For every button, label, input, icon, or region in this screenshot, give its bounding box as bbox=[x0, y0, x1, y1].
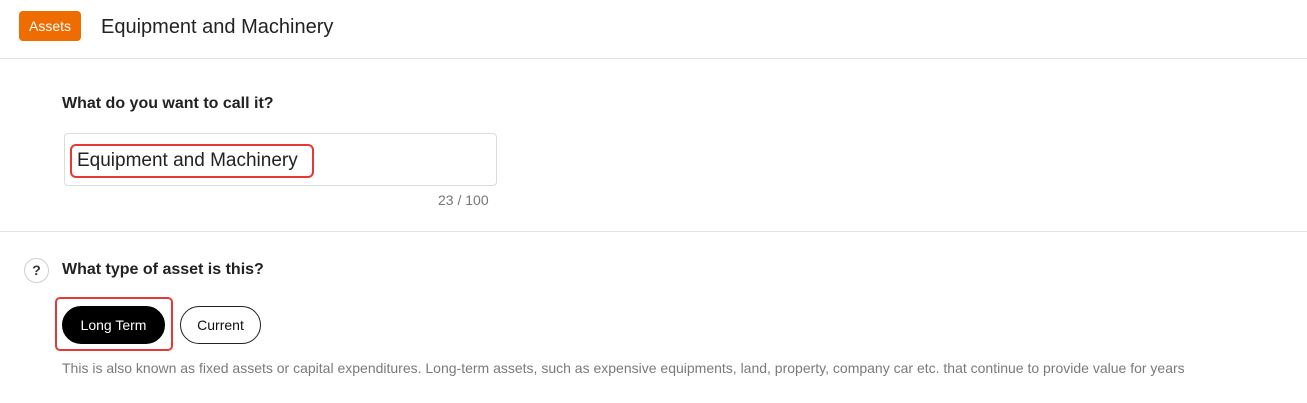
asset-name-input[interactable] bbox=[70, 144, 314, 178]
page-title: Equipment and Machinery bbox=[101, 16, 334, 38]
long-term-option-button[interactable]: Long Term bbox=[62, 306, 165, 344]
char-counter: 23 / 100 bbox=[438, 192, 489, 208]
assets-badge: Assets bbox=[19, 11, 82, 41]
help-icon[interactable]: ? bbox=[24, 258, 49, 283]
current-option-button[interactable]: Current bbox=[180, 306, 261, 344]
page-header: Assets Equipment and Machinery bbox=[0, 0, 1307, 59]
asset-type-question-label: What type of asset is this? bbox=[62, 261, 264, 278]
name-question-label: What do you want to call it? bbox=[62, 95, 274, 112]
name-field-container[interactable] bbox=[64, 133, 497, 186]
name-section: What do you want to call it? 23 / 100 bbox=[0, 59, 1307, 232]
asset-type-description: This is also known as fixed assets or ca… bbox=[62, 360, 1185, 376]
